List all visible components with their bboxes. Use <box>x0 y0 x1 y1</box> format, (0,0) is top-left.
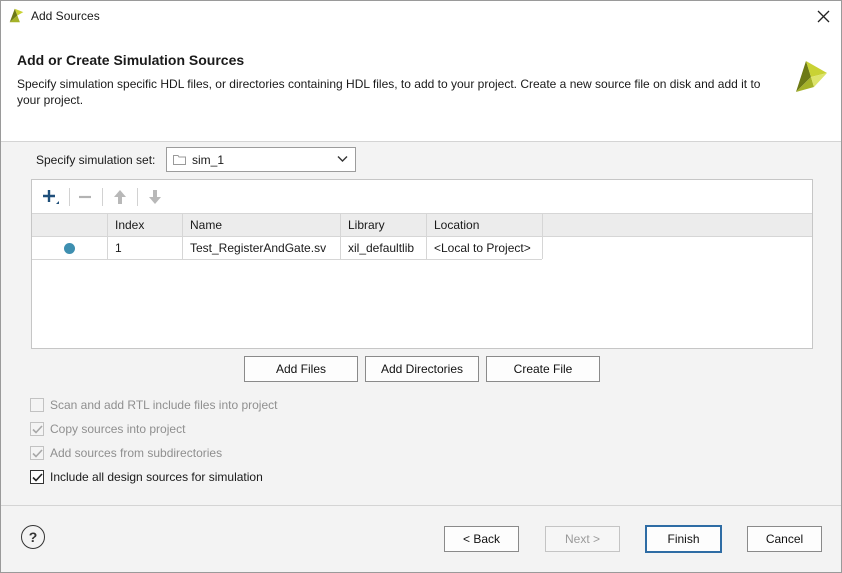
sources-toolbar <box>32 180 812 214</box>
checkbox-box <box>30 446 44 460</box>
help-button[interactable]: ? <box>21 525 45 549</box>
row-location: <Local to Project> <box>434 241 531 255</box>
vivado-logo-icon <box>796 61 827 92</box>
finish-button[interactable]: Finish <box>645 525 722 553</box>
column-divider <box>542 214 543 236</box>
include-design-sources-checkbox[interactable]: Include all design sources for simulatio… <box>30 470 263 484</box>
wizard-header: Add or Create Simulation Sources Specify… <box>1 31 841 141</box>
add-source-button[interactable] <box>38 186 62 208</box>
row-library: xil_defaultlib <box>348 241 415 255</box>
checkbox-label: Include all design sources for simulatio… <box>50 470 263 484</box>
simulation-set-dropdown[interactable]: sim_1 <box>166 147 356 172</box>
checkbox-label: Add sources from subdirectories <box>50 446 223 460</box>
footer-divider <box>1 505 841 506</box>
checkbox-box <box>30 422 44 436</box>
column-header-name[interactable]: Name <box>183 214 341 236</box>
row-name: Test_RegisterAndGate.sv <box>190 241 327 255</box>
sources-table-header: Index Name Library Location <box>32 214 812 237</box>
title-bar: Add Sources <box>1 1 841 31</box>
simulation-set-value: sim_1 <box>192 153 225 167</box>
checkmark-icon <box>31 472 43 482</box>
close-icon <box>817 10 829 22</box>
copy-sources-checkbox[interactable]: Copy sources into project <box>30 422 185 436</box>
back-button[interactable]: < Back <box>444 526 519 552</box>
folder-icon <box>173 155 186 165</box>
next-button[interactable]: Next > <box>545 526 620 552</box>
plus-icon <box>43 190 59 204</box>
column-header-location[interactable]: Location <box>427 214 543 236</box>
move-down-button[interactable] <box>143 186 167 208</box>
simulation-set-label: Specify simulation set: <box>36 153 156 167</box>
close-button[interactable] <box>811 4 835 28</box>
toolbar-divider <box>102 188 103 206</box>
create-file-button[interactable]: Create File <box>486 356 600 382</box>
header-divider <box>1 141 841 142</box>
cancel-button[interactable]: Cancel <box>747 526 822 552</box>
arrow-down-icon <box>149 190 161 204</box>
checkmark-icon <box>31 424 43 434</box>
remove-source-button[interactable] <box>73 186 97 208</box>
checkbox-label: Scan and add RTL include files into proj… <box>50 398 278 412</box>
checkbox-box <box>30 470 44 484</box>
column-header-index[interactable]: Index <box>108 214 183 236</box>
page-description: Specify simulation specific HDL files, o… <box>17 77 761 107</box>
move-up-button[interactable] <box>108 186 132 208</box>
chevron-down-icon <box>337 156 348 162</box>
sources-panel: Index Name Library Location 1 Test_Regis… <box>31 179 813 349</box>
vivado-app-icon <box>9 8 24 23</box>
column-divider <box>542 237 543 259</box>
checkmark-icon <box>31 448 43 458</box>
row-index: 1 <box>115 241 122 255</box>
toolbar-divider <box>137 188 138 206</box>
page-title: Add or Create Simulation Sources <box>17 52 245 68</box>
table-row[interactable]: 1 Test_RegisterAndGate.sv xil_defaultlib… <box>32 237 543 260</box>
minus-icon <box>79 195 91 199</box>
checkbox-label: Copy sources into project <box>50 422 186 436</box>
column-header-library[interactable]: Library <box>341 214 427 236</box>
arrow-up-icon <box>114 190 126 204</box>
add-files-button[interactable]: Add Files <box>244 356 358 382</box>
window-title: Add Sources <box>31 9 100 23</box>
add-directories-button[interactable]: Add Directories <box>365 356 479 382</box>
add-subdirectories-checkbox[interactable]: Add sources from subdirectories <box>30 446 222 460</box>
checkbox-box <box>30 398 44 412</box>
add-sources-dialog: Add Sources Add or Create Simulation Sou… <box>0 0 842 573</box>
status-dot-icon <box>64 243 75 254</box>
toolbar-divider <box>69 188 70 206</box>
scan-rtl-include-checkbox[interactable]: Scan and add RTL include files into proj… <box>30 398 277 412</box>
column-header-status <box>32 214 108 236</box>
